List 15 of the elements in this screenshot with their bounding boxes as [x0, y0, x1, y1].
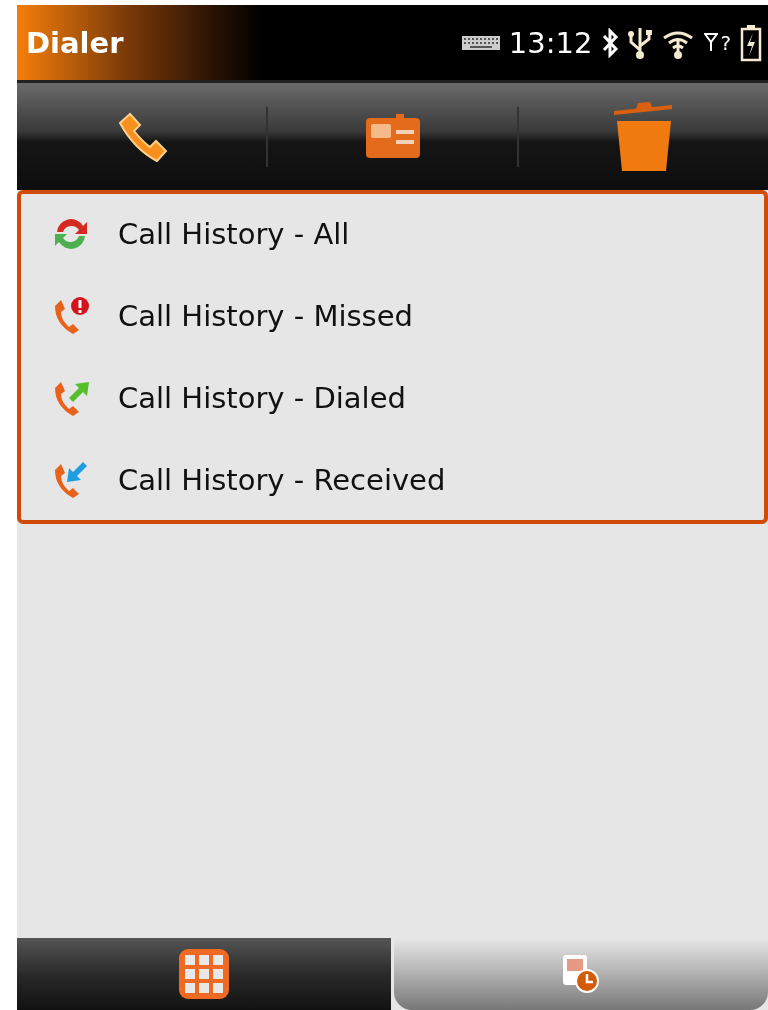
- history-menu-item[interactable]: Call History - Received: [51, 460, 764, 500]
- history-menu-item[interactable]: Call History - Dialed: [51, 378, 764, 418]
- signal-status: ?: [720, 32, 731, 53]
- bluetooth-icon: [601, 27, 620, 58]
- keypad-tab[interactable]: [17, 938, 391, 1010]
- keypad-icon: [178, 948, 230, 1000]
- history-menu-item[interactable]: Call History - Missed: [51, 296, 764, 336]
- battery-icon: [740, 23, 762, 62]
- app-title: Dialer: [26, 25, 124, 60]
- clock-time: 13:12: [508, 25, 593, 60]
- keyboard-icon: [461, 35, 500, 50]
- clock-page-icon: [561, 953, 601, 995]
- history-menu-item[interactable]: Call History - All: [51, 214, 764, 254]
- usb-icon: [628, 25, 653, 60]
- signal-icon: [704, 32, 719, 51]
